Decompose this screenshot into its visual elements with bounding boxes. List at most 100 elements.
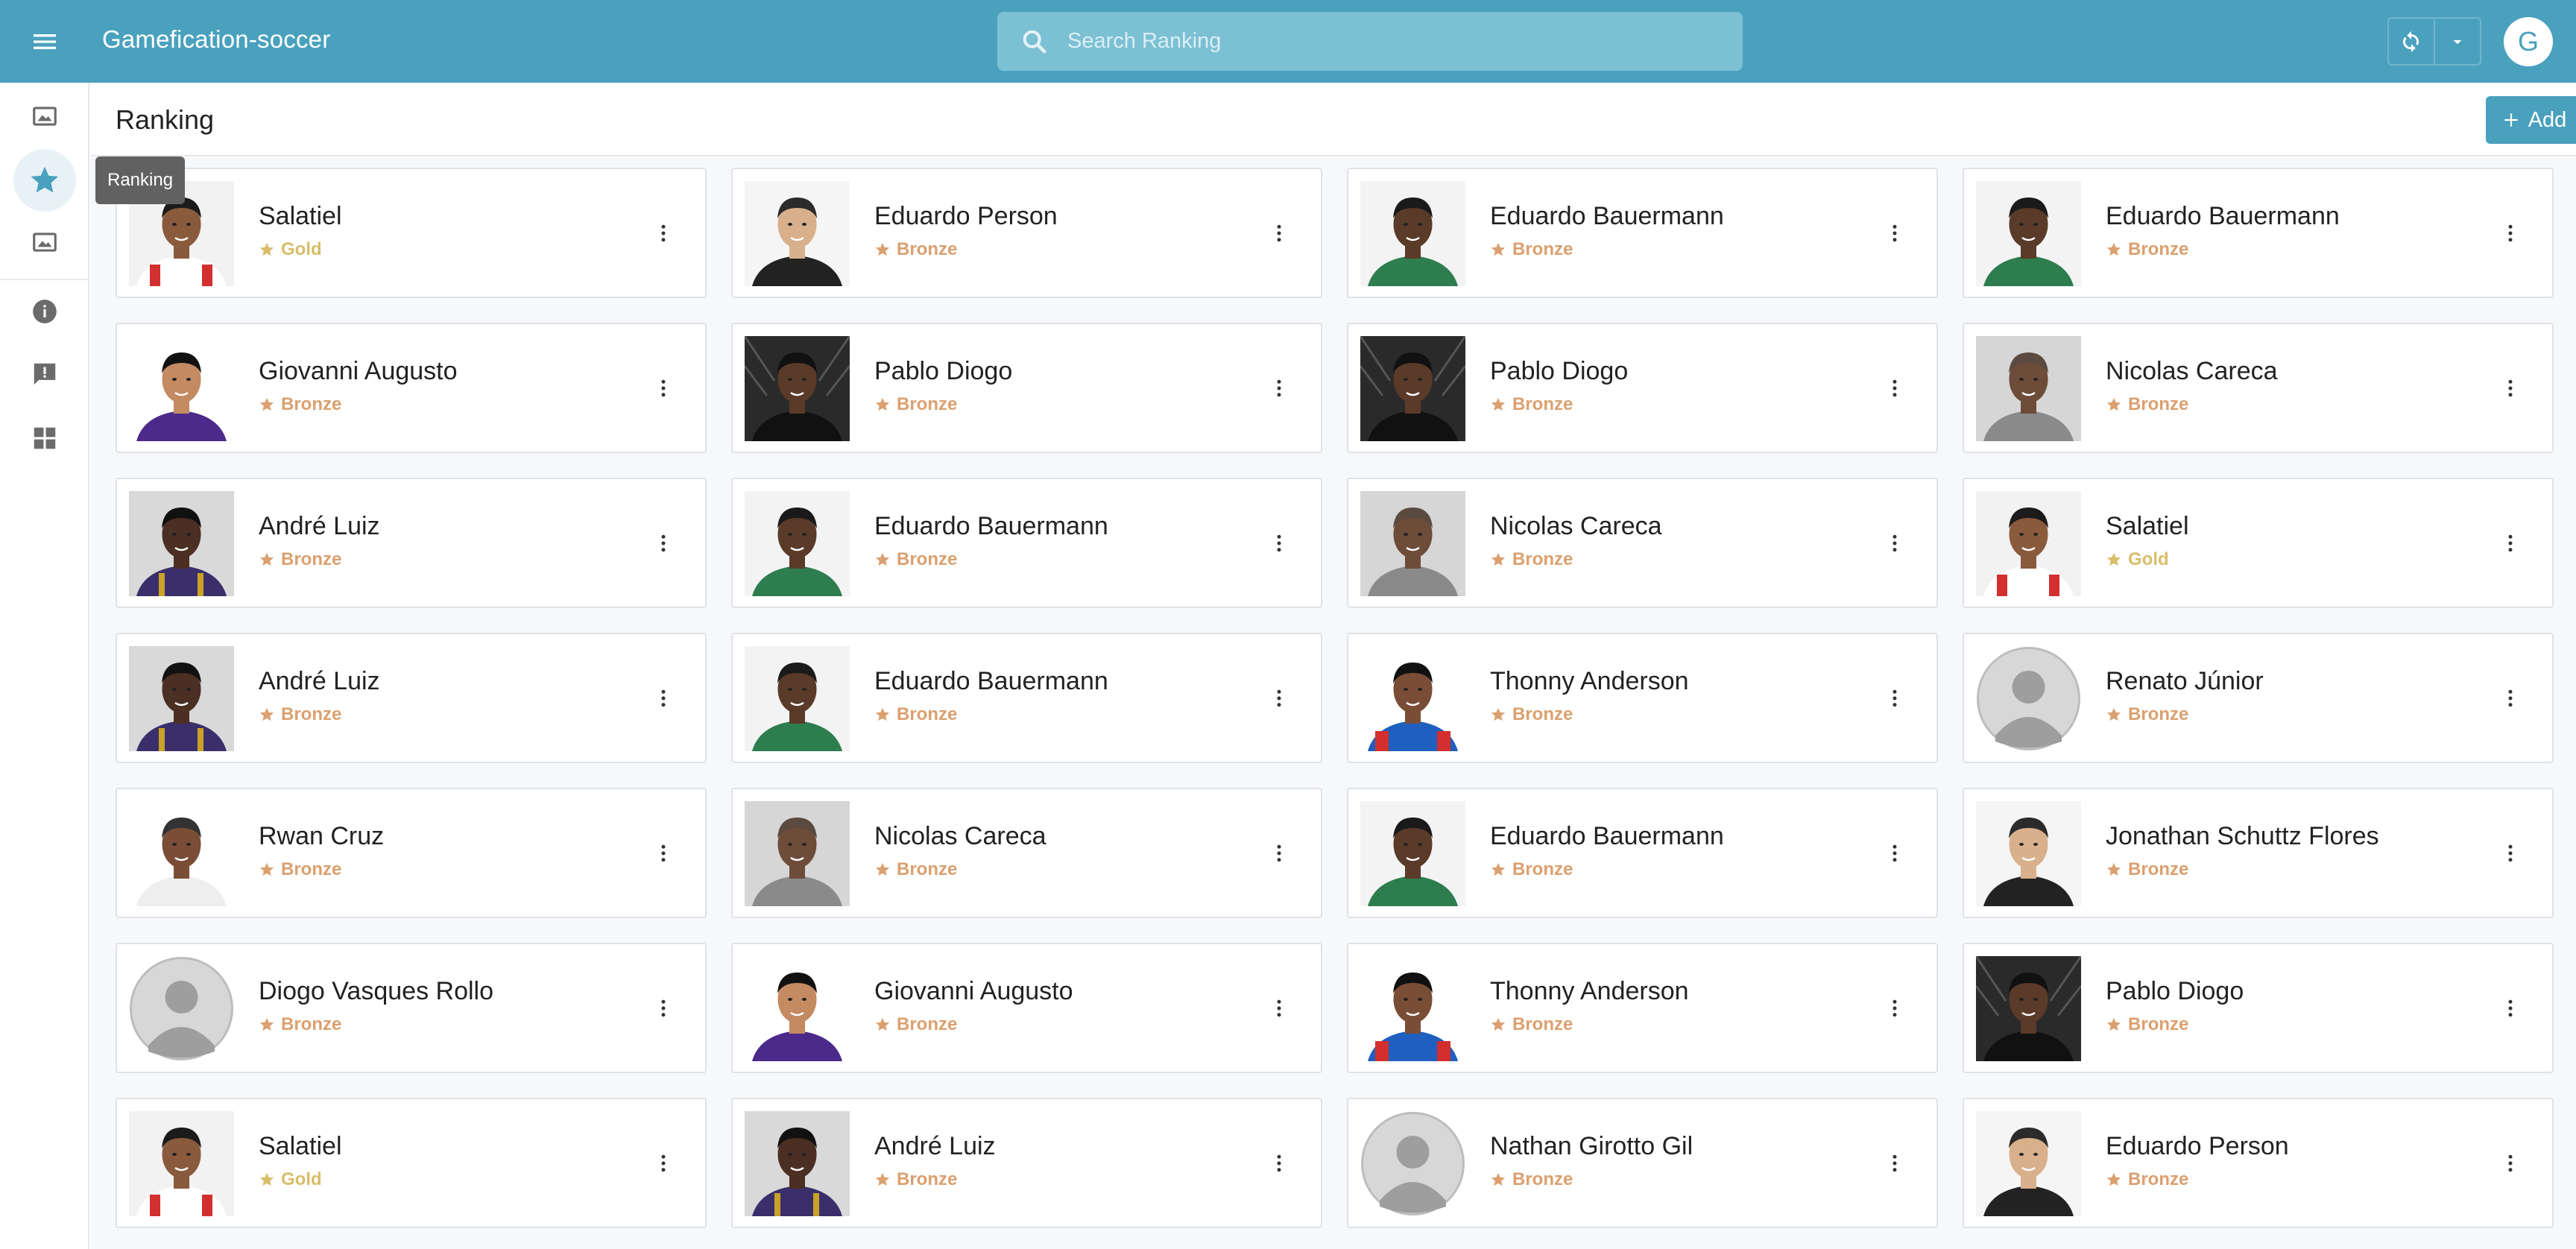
player-card[interactable]: Renato Júnior Bronze	[1963, 633, 2554, 763]
player-level-label: Bronze	[897, 394, 958, 414]
star-icon	[875, 1172, 890, 1186]
more-options-icon[interactable]	[1261, 1145, 1297, 1181]
player-card[interactable]: André Luiz Bronze	[731, 1098, 1322, 1228]
more-options-icon[interactable]	[1877, 1145, 1913, 1181]
player-card[interactable]: André Luiz Bronze	[116, 633, 707, 763]
player-name: Renato Júnior	[2106, 667, 2264, 695]
more-options-icon[interactable]	[1261, 835, 1297, 871]
player-level: Bronze	[259, 394, 341, 415]
player-photo	[1360, 801, 1465, 906]
player-level: Bronze	[874, 394, 957, 415]
player-card[interactable]: Nicolas Careca Bronze	[1963, 323, 2554, 453]
player-card[interactable]: Giovanni Augusto Bronze	[116, 323, 707, 453]
more-options-icon[interactable]	[2493, 1145, 2528, 1181]
player-name: Thonny Anderson	[1490, 977, 1689, 1005]
player-level-label: Bronze	[897, 239, 958, 259]
player-card[interactable]: Eduardo Bauermann Bronze	[1347, 788, 1938, 918]
player-name: Eduardo Bauermann	[874, 512, 1108, 540]
player-photo	[1360, 956, 1465, 1061]
more-options-icon[interactable]	[645, 680, 681, 716]
chevron-down-icon[interactable]	[2435, 19, 2480, 64]
more-options-icon[interactable]	[1261, 990, 1297, 1026]
player-card[interactable]: Salatiel Gold	[116, 168, 707, 298]
more-options-icon[interactable]	[2493, 525, 2528, 561]
sidebar-item-gallery[interactable]	[13, 211, 76, 273]
player-photo	[745, 336, 850, 441]
more-options-icon[interactable]	[2493, 370, 2528, 406]
more-options-icon[interactable]	[1877, 370, 1913, 406]
player-card[interactable]: Eduardo Bauermann Bronze	[1347, 168, 1938, 298]
player-level: Bronze	[874, 1014, 957, 1035]
player-photo	[129, 336, 234, 441]
star-icon	[1491, 707, 1506, 721]
more-options-icon[interactable]	[2493, 680, 2528, 716]
player-card[interactable]: Eduardo Person Bronze	[731, 168, 1322, 298]
add-button[interactable]: Add	[2486, 96, 2576, 144]
player-card[interactable]: Pablo Diogo Bronze	[1963, 943, 2554, 1073]
player-card[interactable]: Thonny Anderson Bronze	[1347, 943, 1938, 1073]
more-options-icon[interactable]	[645, 215, 681, 251]
player-card[interactable]: Salatiel Gold	[1963, 478, 2554, 608]
search-bar[interactable]	[997, 12, 1743, 71]
player-card[interactable]: Pablo Diogo Bronze	[731, 323, 1322, 453]
sidebar-item-ranking[interactable]	[13, 149, 76, 212]
player-card[interactable]: Eduardo Bauermann Bronze	[1963, 168, 2554, 298]
star-icon	[875, 397, 890, 411]
menu-icon[interactable]	[22, 19, 67, 64]
more-options-icon[interactable]	[645, 990, 681, 1026]
more-options-icon[interactable]	[2493, 215, 2528, 251]
star-icon	[875, 242, 890, 256]
more-options-icon[interactable]	[2493, 990, 2528, 1026]
player-photo	[1976, 181, 2081, 286]
player-photo	[1976, 801, 2081, 906]
player-card[interactable]: Nicolas Careca Bronze	[731, 788, 1322, 918]
player-photo	[1360, 646, 1465, 751]
star-icon	[2106, 397, 2121, 411]
player-level-label: Bronze	[281, 1014, 342, 1034]
more-options-icon[interactable]	[2493, 835, 2528, 871]
player-card[interactable]: Eduardo Person Bronze	[1963, 1098, 2554, 1228]
star-icon	[259, 1172, 274, 1186]
player-card[interactable]: Giovanni Augusto Bronze	[731, 943, 1322, 1073]
user-avatar[interactable]: G	[2504, 17, 2553, 66]
player-level-label: Bronze	[281, 704, 342, 724]
player-card[interactable]: Diogo Vasques Rollo Bronze	[116, 943, 707, 1073]
player-name: Eduardo Bauermann	[2106, 202, 2340, 230]
more-options-icon[interactable]	[1877, 525, 1913, 561]
star-icon	[875, 707, 890, 721]
sidebar-item-info[interactable]	[13, 280, 76, 343]
more-options-icon[interactable]	[1261, 215, 1297, 251]
sidebar-item-dashboard[interactable]	[13, 407, 76, 469]
more-options-icon[interactable]	[645, 370, 681, 406]
player-card[interactable]: André Luiz Bronze	[116, 478, 707, 608]
refresh-icon[interactable]	[2389, 19, 2435, 64]
more-options-icon[interactable]	[1261, 370, 1297, 406]
search-icon	[1017, 24, 1052, 60]
player-photo	[1976, 1111, 2081, 1216]
player-card[interactable]: Thonny Anderson Bronze	[1347, 633, 1938, 763]
search-input[interactable]	[1067, 29, 1701, 54]
sidebar-item-feedback[interactable]	[13, 343, 76, 405]
player-card[interactable]: Eduardo Bauermann Bronze	[731, 633, 1322, 763]
more-options-icon[interactable]	[1261, 680, 1297, 716]
more-options-icon[interactable]	[1877, 835, 1913, 871]
player-photo	[1976, 491, 2081, 596]
player-card[interactable]: Eduardo Bauermann Bronze	[731, 478, 1322, 608]
player-card[interactable]: Jonathan Schuttz Flores Bronze	[1963, 788, 2554, 918]
player-card[interactable]: Rwan Cruz Bronze	[116, 788, 707, 918]
more-options-icon[interactable]	[1877, 215, 1913, 251]
more-options-icon[interactable]	[1877, 680, 1913, 716]
more-options-icon[interactable]	[645, 835, 681, 871]
more-options-icon[interactable]	[645, 525, 681, 561]
more-options-icon[interactable]	[645, 1145, 681, 1181]
player-card[interactable]: Nathan Girotto Gil Bronze	[1347, 1098, 1938, 1228]
star-icon	[1491, 242, 1506, 256]
player-card[interactable]: Pablo Diogo Bronze	[1347, 323, 1938, 453]
player-card[interactable]: Salatiel Gold	[116, 1098, 707, 1228]
player-level-label: Bronze	[897, 859, 958, 879]
player-card[interactable]: Nicolas Careca Bronze	[1347, 478, 1938, 608]
sidebar-item-images[interactable]	[13, 85, 76, 148]
more-options-icon[interactable]	[1261, 525, 1297, 561]
player-level: Bronze	[1490, 859, 1573, 880]
more-options-icon[interactable]	[1877, 990, 1913, 1026]
